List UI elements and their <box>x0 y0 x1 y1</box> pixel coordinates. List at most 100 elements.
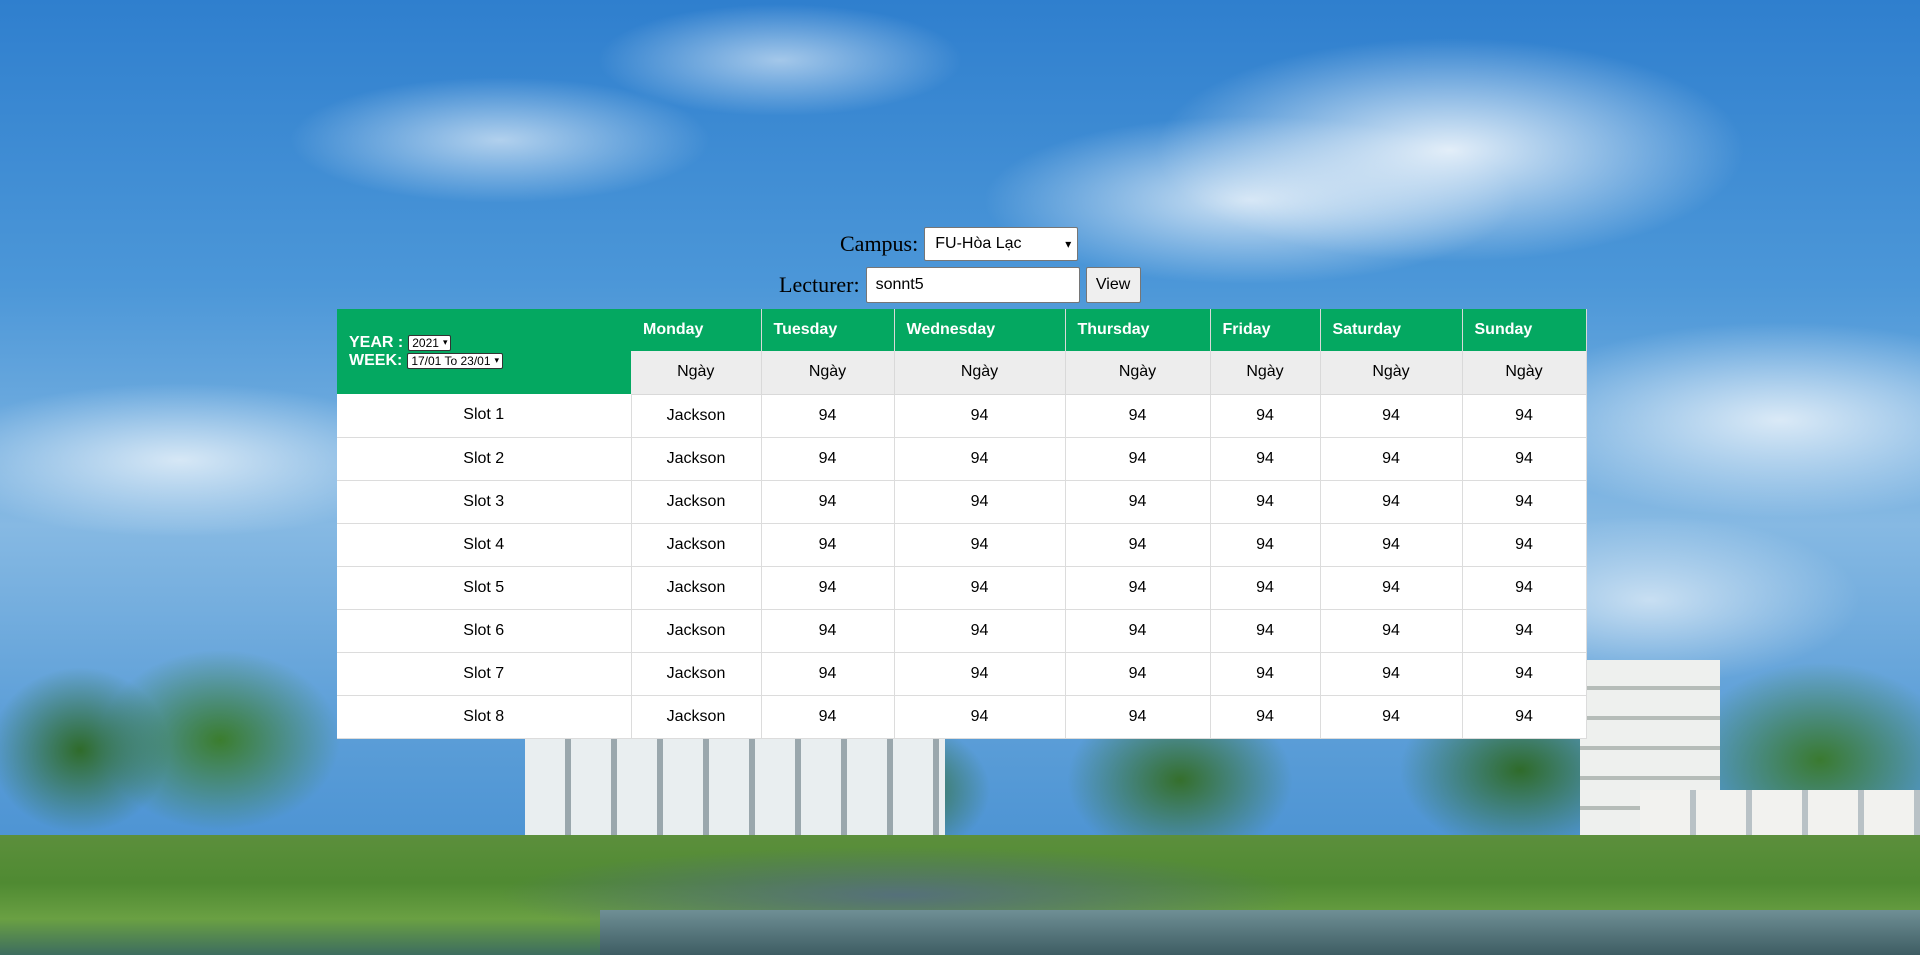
table-cell: 94 <box>1065 437 1211 481</box>
timetable: YEAR : 2021 ▾ WEEK: 17/01 To 23/01 ▾ Mon… <box>337 309 1587 739</box>
year-select-value: 2021 <box>412 335 439 350</box>
table-row: Slot 5 Jackson 94 94 94 94 94 94 <box>337 566 1587 610</box>
table-cell: Jackson <box>631 394 762 438</box>
table-cell: 94 <box>1065 609 1211 653</box>
slot-label: Slot 5 <box>337 566 632 610</box>
table-cell: 94 <box>1065 695 1211 739</box>
date-cell-wednesday: Ngày <box>894 351 1066 395</box>
table-cell: 94 <box>761 695 895 739</box>
table-cell: 94 <box>1462 609 1587 653</box>
slot-label: Slot 3 <box>337 480 632 524</box>
date-cell-friday: Ngày <box>1210 351 1321 395</box>
table-cell: 94 <box>761 652 895 696</box>
table-row: Slot 7 Jackson 94 94 94 94 94 94 <box>337 652 1587 696</box>
table-cell: 94 <box>1320 394 1463 438</box>
table-cell: Jackson <box>631 480 762 524</box>
day-header-friday: Friday <box>1210 309 1321 351</box>
table-cell: 94 <box>1065 566 1211 610</box>
day-header-tuesday: Tuesday <box>761 309 895 351</box>
week-select[interactable]: 17/01 To 23/01 ▾ <box>407 352 504 369</box>
view-button[interactable]: View <box>1085 267 1141 303</box>
table-row: Slot 1 Jackson 94 94 94 94 94 94 <box>337 394 1587 438</box>
table-cell: 94 <box>761 566 895 610</box>
year-label: YEAR : <box>349 333 404 351</box>
table-cell: 94 <box>1210 437 1321 481</box>
date-cell-tuesday: Ngày <box>761 351 895 395</box>
lecturer-label: Lecturer: <box>779 272 860 297</box>
table-cell: Jackson <box>631 523 762 567</box>
table-cell: 94 <box>894 652 1066 696</box>
chevron-down-icon: ▾ <box>1065 237 1072 251</box>
table-cell: 94 <box>1210 523 1321 567</box>
table-cell: 94 <box>761 394 895 438</box>
day-header-wednesday: Wednesday <box>894 309 1066 351</box>
table-cell: 94 <box>894 566 1066 610</box>
table-cell: 94 <box>894 609 1066 653</box>
table-cell: 94 <box>894 394 1066 438</box>
day-header-monday: Monday <box>631 309 762 351</box>
table-row: Slot 8 Jackson 94 94 94 94 94 94 <box>337 695 1587 739</box>
table-cell: 94 <box>1320 523 1463 567</box>
slot-label: Slot 2 <box>337 437 632 481</box>
table-cell: Jackson <box>631 566 762 610</box>
campus-select-value: FU-Hòa Lạc <box>935 235 1022 252</box>
lecturer-input[interactable]: sonnt5 <box>865 267 1080 303</box>
table-cell: 94 <box>761 523 895 567</box>
day-header-row: YEAR : 2021 ▾ WEEK: 17/01 To 23/01 ▾ Mon… <box>337 309 1587 394</box>
date-cell-thursday: Ngày <box>1065 351 1211 395</box>
lecturer-row: Lecturer: sonnt5 View <box>779 267 1141 303</box>
slot-label: Slot 6 <box>337 609 632 653</box>
date-cell-monday: Ngày <box>631 351 762 395</box>
chevron-down-icon: ▾ <box>442 337 448 347</box>
week-select-value: 17/01 To 23/01 <box>411 353 491 368</box>
table-cell: 94 <box>1320 695 1463 739</box>
table-cell: Jackson <box>631 437 762 481</box>
table-row: Slot 6 Jackson 94 94 94 94 94 94 <box>337 609 1587 653</box>
table-cell: 94 <box>1462 566 1587 610</box>
table-cell: 94 <box>1320 437 1463 481</box>
campus-label: Campus: <box>840 231 919 256</box>
table-cell: 94 <box>1065 523 1211 567</box>
slot-label: Slot 8 <box>337 695 632 739</box>
table-cell: 94 <box>1320 652 1463 696</box>
table-cell: 94 <box>1462 394 1587 438</box>
table-cell: 94 <box>1210 394 1321 438</box>
table-cell: 94 <box>1210 609 1321 653</box>
day-header-thursday: Thursday <box>1065 309 1211 351</box>
slot-label: Slot 4 <box>337 523 632 567</box>
table-cell: 94 <box>761 480 895 524</box>
pond <box>600 910 1920 955</box>
table-cell: Jackson <box>631 609 762 653</box>
table-cell: 94 <box>1462 480 1587 524</box>
year-select[interactable]: 2021 ▾ <box>408 334 452 351</box>
date-cell-saturday: Ngày <box>1320 351 1463 395</box>
table-cell: 94 <box>1320 566 1463 610</box>
slot-label: Slot 7 <box>337 652 632 696</box>
table-row: Slot 2 Jackson 94 94 94 94 94 94 <box>337 437 1587 481</box>
table-cell: 94 <box>1320 609 1463 653</box>
table-cell: 94 <box>761 609 895 653</box>
table-cell: 94 <box>1462 523 1587 567</box>
week-line: WEEK: 17/01 To 23/01 ▾ <box>349 352 619 370</box>
slot-label: Slot 1 <box>337 394 632 438</box>
table-cell: Jackson <box>631 652 762 696</box>
table-cell: 94 <box>894 695 1066 739</box>
table-cell: 94 <box>1210 652 1321 696</box>
table-cell: 94 <box>1462 437 1587 481</box>
table-cell: 94 <box>894 437 1066 481</box>
table-cell: 94 <box>1065 394 1211 438</box>
table-cell: 94 <box>894 523 1066 567</box>
campus-select[interactable]: FU-Hòa Lạc ▾ <box>924 227 1079 261</box>
table-cell: 94 <box>1320 480 1463 524</box>
table-row: Slot 3 Jackson 94 94 94 94 94 94 <box>337 480 1587 524</box>
day-header-saturday: Saturday <box>1320 309 1463 351</box>
year-week-selector: YEAR : 2021 ▾ WEEK: 17/01 To 23/01 ▾ <box>337 309 631 394</box>
table-row: Slot 4 Jackson 94 94 94 94 94 94 <box>337 523 1587 567</box>
date-cell-sunday: Ngày <box>1462 351 1587 395</box>
table-cell: 94 <box>1210 480 1321 524</box>
day-header-sunday: Sunday <box>1462 309 1587 351</box>
table-cell: 94 <box>1065 480 1211 524</box>
campus-row: Campus: FU-Hòa Lạc ▾ <box>840 226 1079 262</box>
table-cell: 94 <box>894 480 1066 524</box>
table-cell: 94 <box>761 437 895 481</box>
